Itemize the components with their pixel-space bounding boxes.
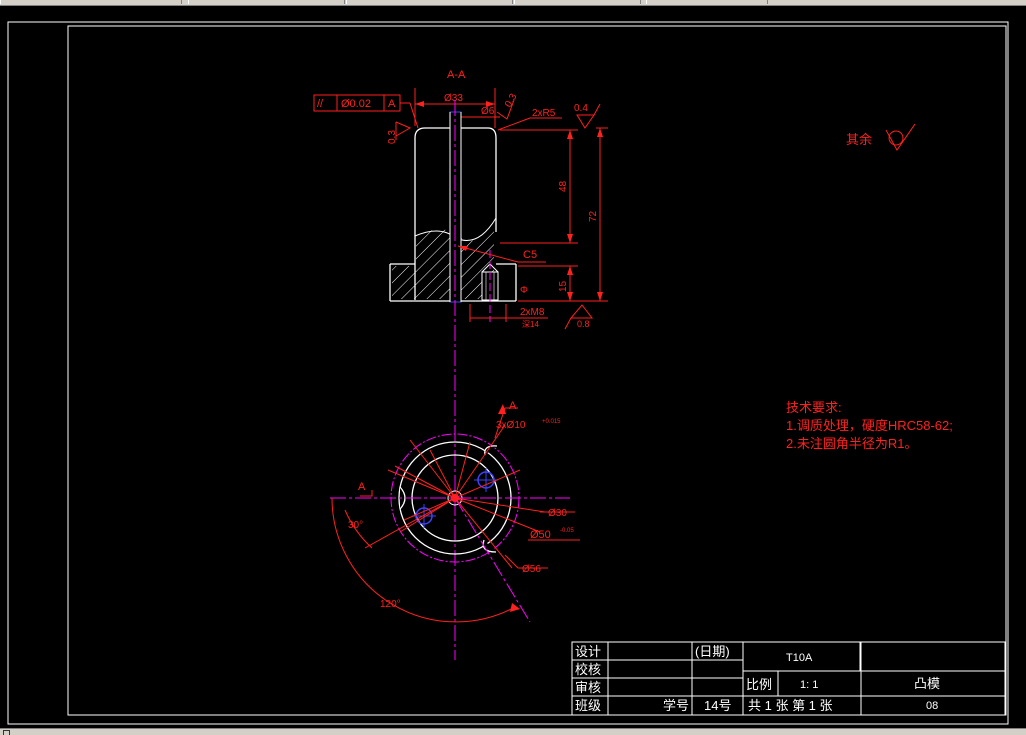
material: T10A [786,652,813,664]
general-roughness-note: 其余 [846,123,916,151]
svg-text:Ø33: Ø33 [444,93,463,104]
svg-text:0.8: 0.8 [577,319,590,329]
tolerance-frame: // Ø0.02 A [313,94,419,129]
section-view: A-A // Ø0.02 A 0.3 Ø33 Ø6 0.3 2xR5 0.4 C… [313,69,608,660]
drawing-canvas[interactable]: A-A // Ø0.02 A 0.3 Ø33 Ø6 0.3 2xR5 0.4 C… [0,6,1026,728]
label-date: (日期) [695,644,730,659]
toolbar-combo-layer[interactable] [0,0,182,4]
svg-text:2xM8: 2xM8 [520,307,545,318]
roughness-symbol-left: 0.3 [387,121,412,144]
label-class: 班级 [575,698,601,713]
part-name: 凸模 [914,676,940,691]
section-title: A-A [447,69,466,81]
scale-value: 1: 1 [800,679,818,691]
dimension-2xR5: 2xR5 [497,108,562,131]
label-design: 设计 [575,644,601,659]
dimension-2xm8: 2xM8 深14 [469,304,548,329]
dimension-72: 72 [588,127,608,301]
dim-d30: Ø30 [548,508,567,519]
tolerance-value: Ø0.02 [341,98,371,110]
plan-label-A: A [509,400,517,412]
tech-line-1: 1.调质处理，硬度HRC58-62; [786,418,953,433]
dim-holes: 3xØ10 [496,420,526,431]
label-student-no: 学号 [663,698,689,713]
svg-text:2xR5: 2xR5 [532,108,556,119]
svg-text:48: 48 [558,180,569,192]
svg-text:15: 15 [558,280,569,292]
dimension-48: 48 [500,129,578,244]
command-caret [3,730,10,735]
drawing-number: 08 [926,700,938,712]
tech-title: 技术要求: [786,400,842,415]
svg-text:深14: 深14 [522,320,539,329]
toolbar-combo-plotstyle[interactable] [646,0,768,4]
roughness-symbol-top-mid: 0.3 [496,92,520,120]
angle-120: 120° [380,599,401,610]
label-check: 校核 [575,662,601,677]
svg-text:72: 72 [588,210,599,222]
label-review: 审核 [575,680,601,695]
student-no: 14号 [704,698,731,713]
svg-text:0.4: 0.4 [574,103,588,114]
dim-d50: Ø50 [530,529,551,541]
dim-d56: Ø56 [522,564,541,575]
svg-text:Ø6: Ø6 [481,106,495,117]
toolbar-combo-color[interactable] [188,0,345,4]
tech-line-2: 2.未注圆角半径为R1。 [786,436,917,451]
svg-text:+0.015: +0.015 [542,419,561,425]
angle-30: 30° [348,520,363,531]
roughness-symbol-top-right: 0.4 [574,103,601,129]
sheet-count: 共 1 张 第 1 张 [748,698,833,713]
plan-left-A: A [358,481,366,493]
technical-requirements: 技术要求: 1.调质处理，硬度HRC58-62; 2.未注圆角半径为R1。 [786,400,953,451]
drawing-frame [67,25,1007,716]
roughness-symbol-bottom: 0.8 [564,304,594,330]
sheet-border [7,21,1009,725]
svg-text:C5: C5 [523,249,537,261]
dimension-15: 15 [518,265,608,302]
parallelism-symbol: // [317,98,324,110]
svg-text:0.3: 0.3 [387,130,398,144]
svg-text:其余: 其余 [846,132,872,147]
svg-text:-0.05: -0.05 [560,528,574,534]
label-scale: 比例 [746,677,772,692]
datum-letter: A [388,98,396,110]
phi-symbol: Φ [520,285,528,296]
toolbar-combo-linetype[interactable] [346,0,513,4]
svg-text:0.3: 0.3 [503,92,520,110]
toolbar-combo-lineweight[interactable] [514,0,641,4]
